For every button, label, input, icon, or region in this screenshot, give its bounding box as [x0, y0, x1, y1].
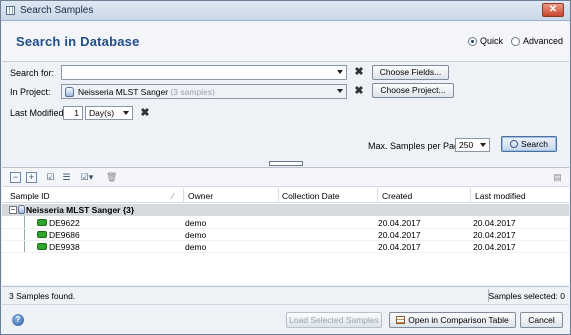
select-menu-icon[interactable]: ☑▾ [77, 172, 97, 183]
project-group-row[interactable]: − Neisseria MLST Sanger {3} [2, 204, 569, 216]
search-button[interactable]: Search [501, 136, 557, 152]
quick-radio-label: Quick [480, 36, 504, 46]
title-bar: Search Samples ✕ [1, 1, 570, 21]
group-label: Neisseria MLST Sanger {3} [26, 205, 135, 215]
owner-cell: demo [185, 242, 207, 252]
column-collection-date[interactable]: Collection Date [282, 191, 340, 201]
page-title: Search in Database [16, 34, 140, 49]
sample-id-cell: DE9622 [49, 218, 80, 228]
created-cell: 20.04.2017 [378, 242, 421, 252]
choose-fields-button[interactable]: Choose Fields... [372, 65, 449, 80]
sample-icon [37, 219, 47, 226]
project-value: Neisseria MLST Sanger (3 samples) [78, 87, 215, 97]
database-icon [65, 87, 74, 97]
search-samples-window: Search Samples ✕ Search in Database Quic… [0, 0, 571, 335]
clear-project-icon[interactable]: ✖ [354, 86, 364, 97]
column-divider[interactable] [183, 188, 184, 202]
clipboard-icon[interactable]: ▤ [552, 172, 563, 183]
expand-all-icon[interactable]: + [26, 172, 37, 183]
panel-splitter-handle[interactable] [269, 161, 303, 166]
table-row[interactable]: DE9622 demo 20.04.2017 20.04.2017 [2, 217, 569, 229]
help-icon[interactable]: ? [12, 314, 24, 326]
dropdown-arrow-icon [337, 70, 343, 74]
project-combo[interactable]: Neisseria MLST Sanger (3 samples) [61, 84, 347, 99]
window-title: Search Samples [20, 5, 94, 16]
last-modified-unit-select[interactable]: Day(s) [85, 106, 133, 120]
dropdown-arrow-icon [337, 89, 343, 93]
max-samples-label: Max. Samples per Page: [368, 141, 467, 151]
search-for-combo[interactable] [61, 65, 347, 80]
advanced-radio-label: Advanced [523, 36, 564, 46]
sample-id-cell: DE9938 [49, 242, 80, 252]
column-divider[interactable] [278, 188, 279, 202]
clear-last-modified-icon[interactable]: ✖ [140, 108, 150, 119]
results-toolbar: − + ☑ ☰ ☑▾ 🗑 ▤ [2, 168, 569, 187]
open-comparison-table-button[interactable]: Open in Comparison Table [389, 312, 516, 328]
dropdown-arrow-icon [123, 111, 129, 115]
last-modified-cell: 20.04.2017 [473, 218, 516, 228]
header-panel: Search in Database Quick Advanced [2, 22, 569, 62]
cancel-button[interactable]: Cancel [520, 312, 563, 328]
project-name: Neisseria MLST Sanger [78, 87, 169, 97]
table-header: Sample ID ⁄ Owner Collection Date Create… [2, 187, 569, 203]
created-cell: 20.04.2017 [378, 218, 421, 228]
project-sample-count: (3 samples) [170, 87, 215, 97]
samples-found-text: 3 Samples found. [9, 291, 76, 301]
check-list-icon[interactable]: ☑ [45, 172, 56, 183]
last-modified-label: Last Modified: [10, 108, 67, 118]
dropdown-arrow-icon [480, 143, 486, 147]
uncheck-list-icon[interactable]: ☰ [61, 172, 72, 183]
last-modified-cell: 20.04.2017 [473, 230, 516, 240]
results-panel: − + ☑ ☰ ☑▾ 🗑 ▤ Sample ID ⁄ Owner Collect… [2, 167, 569, 285]
table-row[interactable]: DE9938 demo 20.04.2017 20.04.2017 [2, 241, 569, 253]
search-for-label: Search for: [10, 68, 55, 78]
status-bar: 3 Samples found. Samples selected: 0 [2, 286, 569, 303]
last-modified-cell: 20.04.2017 [473, 242, 516, 252]
radio-selected-icon [468, 36, 477, 46]
open-comparison-table-label: Open in Comparison Table [408, 315, 509, 325]
close-button[interactable]: ✕ [542, 3, 564, 17]
magnifier-icon [510, 140, 519, 148]
last-modified-unit: Day(s) [89, 108, 115, 118]
dialog-footer: ? Load Selected Samples Open in Comparis… [2, 304, 569, 334]
max-samples-select[interactable]: 250 [455, 138, 490, 152]
sample-id-cell: DE9686 [49, 230, 80, 240]
owner-cell: demo [185, 218, 207, 228]
radio-unselected-icon [511, 36, 520, 46]
column-last-modified[interactable]: Last modified [475, 191, 526, 201]
table-row[interactable]: DE9686 demo 20.04.2017 20.04.2017 [2, 229, 569, 241]
load-selected-samples-button[interactable]: Load Selected Samples [286, 312, 382, 328]
app-icon [6, 6, 15, 15]
database-icon [18, 205, 25, 214]
project-label: In Project: [10, 87, 51, 97]
sample-icon [37, 231, 47, 238]
column-divider[interactable] [470, 188, 471, 202]
last-modified-amount-input[interactable]: 1 [63, 106, 83, 120]
owner-cell: demo [185, 230, 207, 240]
column-created[interactable]: Created [382, 191, 412, 201]
collapse-group-icon[interactable]: − [9, 206, 17, 214]
column-owner[interactable]: Owner [188, 191, 213, 201]
choose-project-button[interactable]: Choose Project... [372, 83, 454, 98]
quick-radio[interactable]: Quick [468, 36, 503, 46]
comparison-table-icon [396, 316, 406, 324]
delete-icon[interactable]: 🗑 [106, 172, 117, 183]
samples-selected-text: Samples selected: 0 [488, 291, 565, 301]
created-cell: 20.04.2017 [378, 230, 421, 240]
max-samples-value: 250 [459, 140, 474, 150]
column-sample-id[interactable]: Sample ID [10, 191, 50, 201]
sort-indicator-icon: ⁄ [172, 191, 174, 201]
column-divider[interactable] [377, 188, 378, 202]
advanced-radio[interactable]: Advanced [511, 36, 563, 46]
search-form: Search for: ✖ Choose Fields... In Projec… [2, 63, 569, 160]
sample-icon [37, 243, 47, 250]
collapse-all-icon[interactable]: − [10, 172, 21, 183]
search-button-label: Search [521, 139, 548, 149]
clear-search-icon[interactable]: ✖ [354, 67, 364, 78]
